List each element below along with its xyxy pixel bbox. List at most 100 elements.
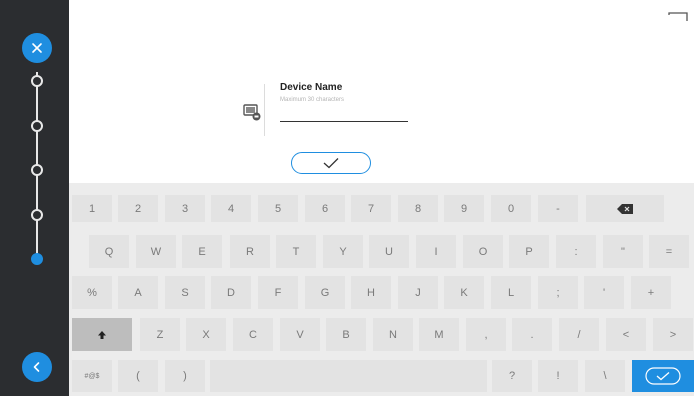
key-5-2[interactable]: ( (118, 360, 158, 392)
key-label: B (342, 328, 350, 341)
checkmark-icon (645, 367, 681, 385)
key-5-6[interactable]: \ (585, 360, 625, 392)
key-label: Z (156, 328, 164, 341)
key-1-11[interactable]: - (538, 195, 578, 222)
key-3-13[interactable]: + (631, 276, 671, 309)
key-label: T (292, 245, 300, 258)
key-label: 6 (321, 202, 329, 215)
close-icon (32, 43, 42, 53)
key-label: < (622, 328, 630, 341)
key-label: ; (556, 286, 560, 299)
key-2-4[interactable]: R (230, 235, 270, 268)
key-3-2[interactable]: A (118, 276, 158, 309)
key-1-3[interactable]: 3 (165, 195, 205, 222)
step-2 (31, 120, 43, 132)
close-button[interactable] (22, 33, 52, 63)
key-label: C (249, 328, 257, 341)
device-name-label: Device Name (280, 82, 343, 93)
key-label: \ (603, 370, 607, 382)
key-2-7[interactable]: U (369, 235, 409, 268)
key-label: ? (508, 370, 516, 382)
key-4-2[interactable]: X (186, 318, 226, 351)
step-1 (31, 75, 43, 87)
back-button[interactable] (22, 352, 52, 382)
key-4-5[interactable]: B (326, 318, 366, 351)
key-4-4[interactable]: V (280, 318, 320, 351)
key-label: ( (136, 370, 140, 382)
key-label: % (87, 286, 97, 299)
key-5-4[interactable]: ? (492, 360, 532, 392)
key-1-6[interactable]: 6 (305, 195, 345, 222)
key-3-12[interactable]: ' (584, 276, 624, 309)
key-4-3[interactable]: C (233, 318, 273, 351)
key-label: " (621, 245, 625, 258)
key-label: P (525, 245, 533, 258)
backspace-key[interactable] (586, 195, 664, 222)
key-3-10[interactable]: L (491, 276, 531, 309)
key-label: R (246, 245, 254, 258)
key-3-11[interactable]: ; (538, 276, 578, 309)
key-5-3[interactable]: ) (165, 360, 205, 392)
key-3-1[interactable]: % (72, 276, 112, 309)
shift-key[interactable] (72, 318, 132, 351)
key-1-4[interactable]: 4 (211, 195, 251, 222)
key-4-6[interactable]: N (373, 318, 413, 351)
key-5-5[interactable]: ! (538, 360, 578, 392)
key-5-1[interactable]: #@$ (72, 360, 112, 392)
key-1-9[interactable]: 9 (444, 195, 484, 222)
key-4-12[interactable]: > (653, 318, 693, 351)
key-4-1[interactable]: Z (140, 318, 180, 351)
key-label: 7 (367, 202, 375, 215)
key-2-6[interactable]: Y (323, 235, 363, 268)
key-label: N (389, 328, 397, 341)
key-label: A (134, 286, 142, 299)
key-label: ) (183, 370, 187, 382)
key-3-7[interactable]: H (351, 276, 391, 309)
key-label: + (647, 286, 655, 299)
key-label: L (507, 286, 515, 299)
key-3-8[interactable]: J (398, 276, 438, 309)
key-label: 9 (460, 202, 468, 215)
key-3-4[interactable]: D (211, 276, 251, 309)
key-1-5[interactable]: 5 (258, 195, 298, 222)
key-2-10[interactable]: P (509, 235, 549, 268)
key-label: Y (339, 245, 347, 258)
key-2-1[interactable]: Q (89, 235, 129, 268)
key-label: 0 (507, 202, 515, 215)
key-4-8[interactable]: , (466, 318, 506, 351)
key-3-5[interactable]: F (258, 276, 298, 309)
key-label: = (665, 245, 673, 258)
key-2-2[interactable]: W (136, 235, 176, 268)
key-2-5[interactable]: T (276, 235, 316, 268)
key-label: O (478, 245, 488, 258)
key-label: G (320, 286, 330, 299)
key-2-8[interactable]: I (416, 235, 456, 268)
key-2-12[interactable]: " (603, 235, 643, 268)
key-label: 5 (274, 202, 282, 215)
key-1-8[interactable]: 8 (398, 195, 438, 222)
key-2-3[interactable]: E (182, 235, 222, 268)
key-3-3[interactable]: S (165, 276, 205, 309)
key-3-9[interactable]: K (444, 276, 484, 309)
key-label: . (530, 328, 534, 341)
confirm-button[interactable] (291, 152, 371, 174)
key-1-10[interactable]: 0 (491, 195, 531, 222)
key-3-6[interactable]: G (305, 276, 345, 309)
key-1-2[interactable]: 2 (118, 195, 158, 222)
key-2-13[interactable]: = (649, 235, 689, 268)
space-key[interactable] (210, 360, 487, 392)
key-1-1[interactable]: 1 (72, 195, 112, 222)
key-label: V (296, 328, 304, 341)
sidebar (0, 0, 69, 396)
key-2-11[interactable]: : (556, 235, 596, 268)
device-name-hint: Maximum 30 characters (280, 97, 345, 103)
key-4-10[interactable]: / (559, 318, 599, 351)
key-4-9[interactable]: . (512, 318, 552, 351)
key-4-7[interactable]: M (419, 318, 459, 351)
device-name-input[interactable] (280, 121, 408, 122)
enter-key[interactable] (632, 360, 694, 392)
key-4-11[interactable]: < (606, 318, 646, 351)
key-1-7[interactable]: 7 (351, 195, 391, 222)
key-2-9[interactable]: O (463, 235, 503, 268)
key-label: 8 (414, 202, 422, 215)
